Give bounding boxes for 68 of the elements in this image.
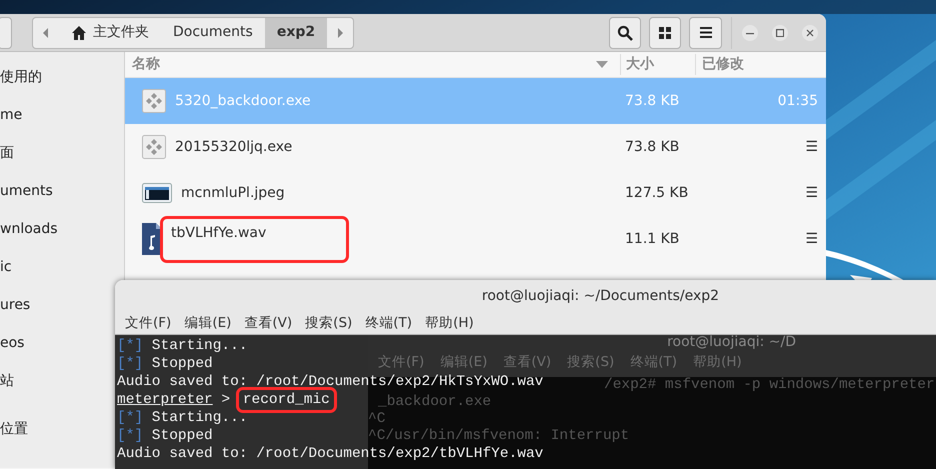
command-text: record_mic — [238, 390, 334, 410]
application-icon — [142, 89, 166, 113]
menu-item[interactable]: 搜索(S) — [305, 312, 352, 334]
terminal-line: [*] Stopped — [117, 428, 213, 444]
sidebar-item[interactable]: 位置 — [0, 418, 28, 440]
path-segment[interactable]: exp2 — [264, 18, 328, 48]
path-segment[interactable]: Documents — [161, 18, 265, 48]
file-modified: ☰ — [805, 184, 818, 200]
sidebar-item[interactable]: ures — [0, 294, 30, 316]
file-name: mcnmluPl.jpeg — [181, 184, 285, 202]
window-title: root@luojiaqi: ~/D — [667, 335, 796, 352]
menu-item[interactable]: 终端(T) — [365, 312, 412, 334]
sort-arrow-icon — [596, 61, 608, 68]
search-button[interactable] — [609, 16, 641, 48]
path-segment[interactable]: 主文件夹 — [59, 18, 161, 48]
prompt-label: meterpreter — [117, 392, 213, 408]
file-modified: 01:35 — [778, 92, 818, 108]
file-size: 73.8 KB — [625, 92, 680, 108]
file-size: 73.8 KB — [625, 138, 680, 154]
sidebar-item[interactable]: ic — [0, 256, 12, 278]
left-arrow-icon — [42, 28, 50, 38]
terminal-line: Audio saved to: /root/Documents/exp2/tbVLHfYe.wav — [117, 446, 544, 462]
terminal-line: [*] Starting... — [117, 410, 248, 426]
file-row[interactable]: tbVLHfYe.wav 11.1 KB ☰ — [125, 216, 826, 262]
sidebar-item[interactable]: uments — [0, 180, 53, 202]
minimize-button[interactable] — [742, 24, 758, 40]
menu-item[interactable]: 查看(V) — [244, 312, 292, 334]
image-thumbnail-icon — [142, 183, 172, 203]
terminal-line: [*] Stopped — [117, 356, 213, 372]
menu-icon — [700, 27, 712, 38]
file-size: 127.5 KB — [625, 184, 688, 200]
sidebar-item[interactable]: me — [0, 104, 22, 126]
menu-item[interactable]: 编辑(E) — [184, 312, 232, 334]
menu-item[interactable]: 帮助(H) — [425, 312, 474, 334]
terminal-line: ^C — [368, 411, 386, 427]
maximize-icon — [776, 28, 784, 36]
grid-icon — [659, 26, 671, 38]
file-size: 11.1 KB — [625, 230, 680, 246]
file-row[interactable]: mcnmluPl.jpeg 127.5 KB ☰ — [125, 170, 826, 216]
maximize-button[interactable] — [772, 24, 788, 40]
terminal-line: _backdoor.exe — [378, 394, 492, 410]
terminal-line: /exp2# msfvenom -p windows/meterpreter — [604, 377, 935, 393]
sidebar-item[interactable]: 面 — [0, 142, 14, 164]
close-button[interactable] — [802, 24, 818, 40]
menu-button[interactable] — [689, 16, 722, 48]
menu-item[interactable]: 文件(F) — [125, 312, 172, 334]
file-modified: ☰ — [805, 138, 818, 154]
close-icon — [806, 28, 814, 36]
sidebar-item[interactable]: eos — [0, 332, 24, 354]
prompt-symbol: > — [221, 392, 230, 408]
file-row[interactable]: 20155320ljq.exe 73.8 KB ☰ — [125, 124, 826, 170]
grid-view-button[interactable] — [649, 16, 681, 48]
home-icon — [71, 24, 87, 40]
audio-file-icon — [142, 223, 162, 255]
file-name: 20155320ljq.exe — [175, 138, 292, 156]
sidebar-item[interactable]: 使用的 — [0, 66, 42, 88]
right-arrow-icon — [336, 28, 344, 38]
file-name: 5320_backdoor.exe — [175, 92, 311, 110]
terminal-line: Audio saved to: /root/Documents/exp2/HkTsYxWO.wav — [117, 374, 544, 390]
file-modified: ☰ — [805, 230, 818, 246]
window-title: root@luojiaqi: ~/Documents/exp2 — [482, 288, 720, 304]
sidebar-item[interactable]: wnloads — [0, 218, 58, 240]
file-name: tbVLHfYe.wav — [163, 218, 346, 260]
sidebar-item[interactable]: 站 — [0, 370, 14, 392]
terminal-line: ^C/usr/bin/msfvenom: Interrupt — [368, 428, 630, 444]
application-icon — [142, 135, 166, 159]
terminal-line: [*] Starting... — [117, 338, 248, 354]
search-icon — [617, 24, 633, 40]
